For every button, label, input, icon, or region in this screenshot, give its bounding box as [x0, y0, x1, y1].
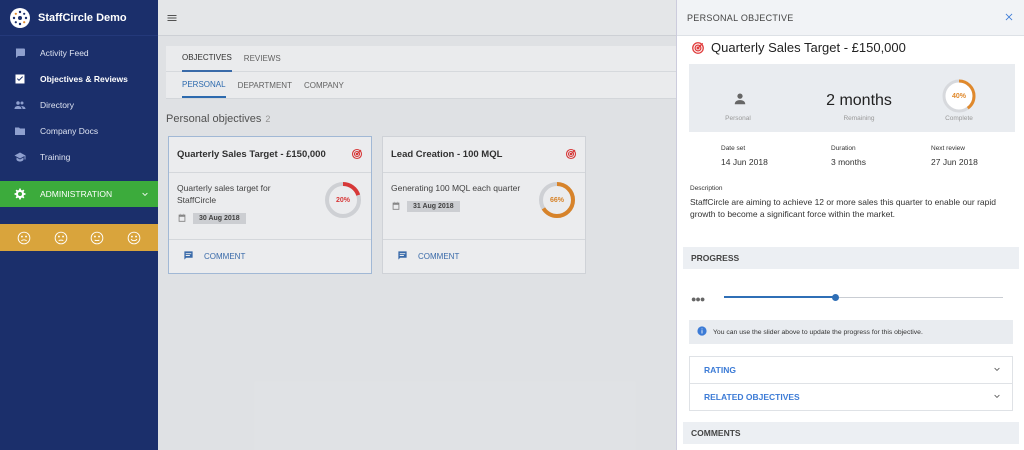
meta-value: 27 Jun 2018: [931, 157, 978, 167]
panel-title: PERSONAL OBJECTIVE: [687, 12, 794, 23]
accordion-label: RELATED OBJECTIVES: [704, 392, 800, 402]
info-icon: [697, 326, 707, 338]
sidebar-item-administration[interactable]: ADMINISTRATION: [0, 181, 158, 207]
sidebar-item-label: Training: [40, 152, 71, 162]
sidebar-item-objectives-reviews[interactable]: Objectives & Reviews: [0, 66, 158, 92]
target-icon: [692, 41, 704, 54]
remaining-label: Remaining: [843, 115, 875, 122]
objective-title-text: Quarterly Sales Target - £150,000: [711, 40, 906, 55]
person-icon: [725, 92, 755, 108]
chevron-down-icon: [140, 189, 150, 199]
next-review: Next review 27 Jun 2018: [931, 145, 978, 167]
info-text: You can use the slider above to update t…: [713, 328, 923, 336]
happy-icon[interactable]: [127, 231, 141, 245]
date-set: Date set 14 Jun 2018: [721, 145, 768, 167]
objective-title: Quarterly Sales Target - £150,000: [691, 40, 906, 55]
meta-label: Next review: [931, 145, 965, 152]
sidebar-item-company-docs[interactable]: Company Docs: [0, 118, 158, 144]
modal-backdrop[interactable]: [158, 0, 676, 450]
checkbox-icon: [14, 73, 26, 85]
sidebar-item-directory[interactable]: Directory: [0, 92, 158, 118]
sad-icon[interactable]: [54, 231, 68, 245]
description-label: Description: [690, 185, 723, 192]
rating-accordion[interactable]: RATING: [689, 356, 1013, 384]
staffcircle-logo-icon: [10, 7, 30, 28]
meta-label: Duration: [831, 145, 856, 152]
objective-detail-panel: PERSONAL OBJECTIVE Quarterly Sales Targe…: [676, 0, 1024, 450]
sidebar: StaffCircle Demo Activity Feed Objective…: [0, 0, 158, 450]
sidebar-item-label: Directory: [40, 100, 75, 110]
very-sad-icon[interactable]: [17, 231, 31, 245]
chevron-down-icon: [992, 364, 1002, 376]
chat-icon: [14, 47, 26, 59]
sidebar-item-training[interactable]: Training: [0, 144, 158, 170]
duration: Duration 3 months: [831, 145, 866, 167]
meta-value: 3 months: [831, 157, 866, 167]
accordion-label: RATING: [704, 365, 736, 375]
progress-section-header: PROGRESS: [683, 247, 1019, 269]
sidebar-item-label: Activity Feed: [40, 48, 89, 58]
info-banner: You can use the slider above to update t…: [689, 320, 1013, 344]
gear-icon: [14, 188, 26, 200]
close-icon[interactable]: [1004, 12, 1014, 24]
sidebar-item-label: ADMINISTRATION: [40, 189, 113, 199]
description-text: StaffCircle are aiming to achieve 12 or …: [690, 197, 997, 220]
slider-fill: [724, 296, 836, 298]
mood-bar: [0, 224, 158, 251]
panel-header: PERSONAL OBJECTIVE: [677, 0, 1024, 36]
sidebar-nav: Activity Feed Objectives & Reviews Direc…: [0, 36, 158, 170]
brand-name: StaffCircle Demo: [38, 11, 127, 24]
progress-slider[interactable]: ●●●: [691, 290, 1011, 306]
sidebar-item-label: Company Docs: [40, 126, 99, 136]
slider-thumb[interactable]: [832, 294, 840, 301]
meta-label: Date set: [721, 145, 746, 152]
sidebar-item-label: Objectives & Reviews: [40, 74, 128, 84]
neutral-icon[interactable]: [90, 231, 104, 245]
graduation-cap-icon: [14, 151, 26, 163]
objective-summary: Personal 2 months Remaining 40% Complete: [689, 64, 1015, 132]
related-objectives-accordion[interactable]: RELATED OBJECTIVES: [689, 383, 1013, 411]
meta-value: 14 Jun 2018: [721, 157, 768, 167]
people-icon: [14, 99, 26, 111]
complete-percent: 40%: [951, 92, 966, 100]
more-dots-icon[interactable]: ●●●: [691, 294, 705, 304]
comments-section-header: COMMENTS: [683, 422, 1019, 444]
complete-label: Complete: [945, 115, 973, 122]
sidebar-item-activity-feed[interactable]: Activity Feed: [0, 40, 158, 66]
remaining-value: 2 months: [826, 92, 892, 109]
brand[interactable]: StaffCircle Demo: [0, 0, 158, 36]
folder-icon: [14, 125, 26, 137]
objective-type-label: Personal: [725, 115, 751, 122]
chevron-down-icon: [992, 391, 1002, 403]
